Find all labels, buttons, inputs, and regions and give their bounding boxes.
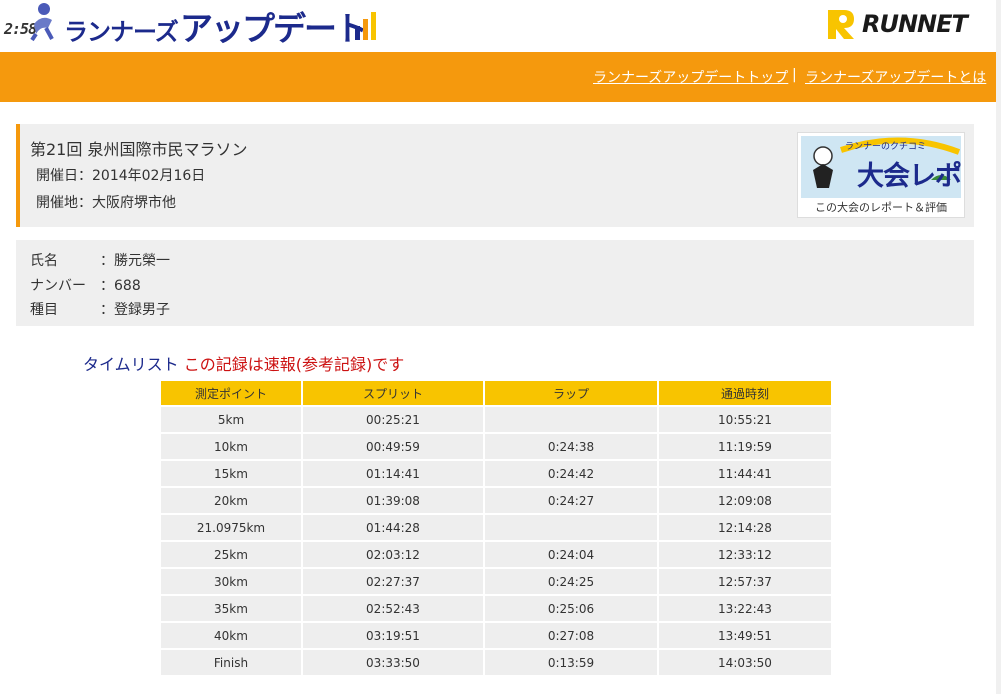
cell-lap: 0:24:38 <box>485 434 657 459</box>
logo-title-kana: ランナーズ <box>64 18 179 46</box>
banner-illustration: ランナーのクチコミ 大会レポ <box>801 136 961 198</box>
cell-split: 01:14:41 <box>303 461 483 486</box>
table-row: 10km 00:49:59 0:24:38 11:19:59 <box>161 434 831 459</box>
timelist-heading: タイムリスト この記録は速報(参考記録)です <box>83 351 404 375</box>
column-header-passing-time: 通過時刻 <box>659 381 831 405</box>
cell-lap <box>485 407 657 432</box>
cell-point: 30km <box>161 569 301 594</box>
race-report-banner[interactable]: ランナーのクチコミ 大会レポ この大会のレポート＆評価 <box>797 132 965 218</box>
cell-passing-time: 12:33:12 <box>659 542 831 567</box>
race-info-panel: 第21回 泉州国際市民マラソン 開催日：2014年02月16日 開催地：大阪府堺… <box>16 124 974 227</box>
cell-split: 00:49:59 <box>303 434 483 459</box>
cell-lap: 0:13:59 <box>485 650 657 675</box>
top-nav-bar: ランナーズアップデートトップ | ランナーズアップデートとは <box>0 52 996 102</box>
cell-split: 03:19:51 <box>303 623 483 648</box>
banner-small-text: ランナーのクチコミ <box>845 142 927 152</box>
cell-passing-time: 13:22:43 <box>659 596 831 621</box>
cell-point: 25km <box>161 542 301 567</box>
cell-lap: 0:24:27 <box>485 488 657 513</box>
cell-lap <box>485 515 657 540</box>
cell-lap: 0:24:42 <box>485 461 657 486</box>
nav-link-about-update[interactable]: ランナーズアップデートとは <box>805 67 986 87</box>
cell-point: 40km <box>161 623 301 648</box>
table-row: 20km 01:39:08 0:24:27 12:09:08 <box>161 488 831 513</box>
nav-separator: | <box>792 67 797 83</box>
cell-passing-time: 14:03:50 <box>659 650 831 675</box>
cell-lap: 0:27:08 <box>485 623 657 648</box>
table-row: 5km 00:25:21 10:55:21 <box>161 407 831 432</box>
table-row: Finish 03:33:50 0:13:59 14:03:50 <box>161 650 831 675</box>
race-name: 第21回 泉州国際市民マラソン <box>30 140 248 159</box>
cell-passing-time: 13:49:51 <box>659 623 831 648</box>
cell-passing-time: 12:14:28 <box>659 515 831 540</box>
runner-category-value: ：登録男子 <box>100 302 170 318</box>
cell-split: 03:33:50 <box>303 650 483 675</box>
cell-point: 21.0975km <box>161 515 301 540</box>
cell-passing-time: 12:09:08 <box>659 488 831 513</box>
table-row: 35km 02:52:43 0:25:06 13:22:43 <box>161 596 831 621</box>
cell-point: 5km <box>161 407 301 432</box>
runner-number-label: ナンバー <box>30 278 86 294</box>
table-row: 40km 03:19:51 0:27:08 13:49:51 <box>161 623 831 648</box>
runner-number-value: ：688 <box>100 278 141 294</box>
cell-lap: 0:24:04 <box>485 542 657 567</box>
runner-figure-icon <box>30 3 54 42</box>
runner-name-value: ：勝元榮一 <box>100 253 170 269</box>
nav-link-update-top[interactable]: ランナーズアップデートトップ <box>593 67 788 87</box>
cell-passing-time: 10:55:21 <box>659 407 831 432</box>
cell-split: 01:39:08 <box>303 488 483 513</box>
runnet-logo[interactable]: RUNNET <box>824 4 986 44</box>
table-row: 15km 01:14:41 0:24:42 11:44:41 <box>161 461 831 486</box>
table-row: 25km 02:03:12 0:24:04 12:33:12 <box>161 542 831 567</box>
split-time-table: 測定ポイント スプリット ラップ 通過時刻 5km 00:25:21 10:55:2… <box>159 379 833 677</box>
bar-graph-icon <box>355 12 376 40</box>
cell-split: 01:44:28 <box>303 515 483 540</box>
timelist-label: タイムリスト <box>83 355 179 374</box>
cell-point: 20km <box>161 488 301 513</box>
race-date: 開催日：2014年02月16日 <box>36 168 206 184</box>
cell-point: 35km <box>161 596 301 621</box>
cell-split: 02:27:37 <box>303 569 483 594</box>
timelist-note: この記録は速報(参考記録)です <box>183 355 405 374</box>
runner-category-label: 種目 <box>30 302 58 318</box>
banner-title: 大会レポ <box>857 161 961 192</box>
column-header-split: スプリット <box>303 381 483 405</box>
runner-info-panel: 氏名 ：勝元榮一 ナンバー ：688 種目 ：登録男子 <box>16 240 974 326</box>
cell-split: 02:52:43 <box>303 596 483 621</box>
cell-passing-time: 11:44:41 <box>659 461 831 486</box>
runnet-logo-text: RUNNET <box>862 10 968 38</box>
table-row: 30km 02:27:37 0:24:25 12:57:37 <box>161 569 831 594</box>
cell-lap: 0:25:06 <box>485 596 657 621</box>
column-header-point: 測定ポイント <box>161 381 301 405</box>
runner-name-label: 氏名 <box>30 253 58 269</box>
cell-split: 00:25:21 <box>303 407 483 432</box>
table-header-row: 測定ポイント スプリット ラップ 通過時刻 <box>161 381 831 405</box>
table-row: 21.0975km 01:44:28 12:14:28 <box>161 515 831 540</box>
runnet-r-icon <box>828 10 854 39</box>
cell-passing-time: 11:19:59 <box>659 434 831 459</box>
logo-title-main: アップデート <box>180 9 368 48</box>
cell-point: 10km <box>161 434 301 459</box>
cell-point: Finish <box>161 650 301 675</box>
banner-caption: この大会のレポート＆評価 <box>815 201 947 214</box>
cell-passing-time: 12:57:37 <box>659 569 831 594</box>
race-place: 開催地：大阪府堺市他 <box>36 195 176 211</box>
cell-split: 02:03:12 <box>303 542 483 567</box>
column-header-lap: ラップ <box>485 381 657 405</box>
cell-point: 15km <box>161 461 301 486</box>
cell-lap: 0:24:25 <box>485 569 657 594</box>
site-header: 2:58 ランナーズ アップデート RUNNET <box>0 0 1001 52</box>
scrollbar[interactable] <box>996 0 1001 694</box>
